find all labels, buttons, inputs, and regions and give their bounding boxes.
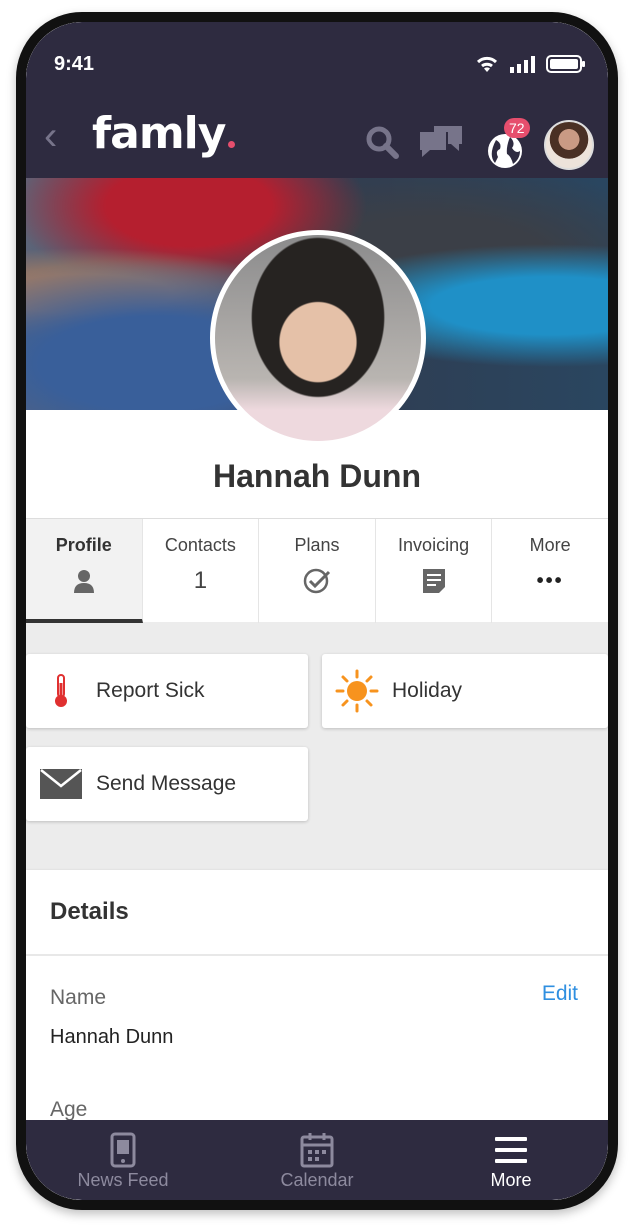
screen: 9:41 ‹ famly 72 Hannah Dunn Profile Cont… [26, 22, 608, 1200]
nav-label: News Feed [77, 1170, 169, 1190]
profile-tabs: Profile Contacts 1 Plans Invoicing More … [26, 518, 608, 623]
contacts-count: 1 [193, 567, 208, 594]
phone-icon [110, 1132, 136, 1168]
search-icon[interactable] [364, 124, 400, 160]
status-bar: 9:41 [26, 22, 608, 94]
messages-icon[interactable] [418, 124, 464, 160]
child-profile-photo [210, 230, 426, 446]
holiday-button[interactable]: Holiday [322, 654, 608, 728]
details-card: Details Name Edit Hannah Dunn Age [26, 870, 608, 1130]
status-icons [474, 54, 586, 74]
logo-dot [228, 141, 236, 148]
status-time: 9:41 [54, 53, 95, 75]
name-label: Name [50, 986, 107, 1009]
signal-icon [510, 56, 535, 73]
tab-label: More [529, 535, 571, 555]
check-circle-icon [303, 568, 331, 594]
user-avatar[interactable] [544, 120, 594, 170]
battery-icon [546, 55, 585, 73]
notification-badge: 72 [504, 118, 530, 138]
calendar-icon [300, 1133, 334, 1168]
nav-news-feed[interactable]: News Feed [26, 1120, 220, 1200]
tab-invoicing[interactable]: Invoicing [376, 519, 493, 623]
tab-label: Contacts [164, 535, 236, 555]
tab-label: Plans [294, 535, 340, 555]
phone-frame: 9:41 ‹ famly 72 Hannah Dunn Profile Cont… [16, 12, 618, 1210]
app-bar: ‹ famly 72 [26, 94, 608, 178]
tab-label: Profile [55, 535, 112, 555]
send-message-label: Send Message [96, 772, 237, 795]
logo-text: famly [92, 108, 226, 159]
bottom-navigation: News Feed Calendar More [26, 1120, 608, 1200]
envelope-icon [40, 769, 82, 799]
ellipsis-icon: ••• [536, 569, 564, 592]
tab-profile[interactable]: Profile [26, 519, 143, 623]
hamburger-icon [495, 1137, 527, 1163]
sun-icon [335, 669, 379, 713]
thermometer-icon [55, 674, 67, 707]
child-name: Hannah Dunn [213, 458, 421, 494]
send-message-button[interactable]: Send Message [26, 747, 308, 821]
edit-link[interactable]: Edit [542, 982, 578, 1006]
age-label: Age [50, 1098, 88, 1121]
report-sick-button[interactable]: Report Sick [26, 654, 308, 728]
tab-more[interactable]: More ••• [492, 519, 608, 623]
nav-label: More [490, 1170, 532, 1190]
holiday-label: Holiday [392, 679, 463, 702]
report-sick-label: Report Sick [96, 679, 205, 702]
nav-label: Calendar [280, 1170, 354, 1190]
tab-label: Invoicing [398, 535, 470, 555]
nav-calendar[interactable]: Calendar [220, 1120, 414, 1200]
tab-plans[interactable]: Plans [259, 519, 376, 623]
back-button[interactable]: ‹ [44, 116, 57, 156]
nav-more[interactable]: More [414, 1120, 608, 1200]
famly-logo: famly [92, 108, 236, 159]
tab-contacts[interactable]: Contacts 1 [143, 519, 260, 623]
person-icon [73, 570, 94, 593]
details-title: Details [26, 870, 608, 956]
name-value: Hannah Dunn [50, 1026, 174, 1048]
wifi-icon [476, 56, 498, 72]
document-icon [422, 569, 445, 593]
